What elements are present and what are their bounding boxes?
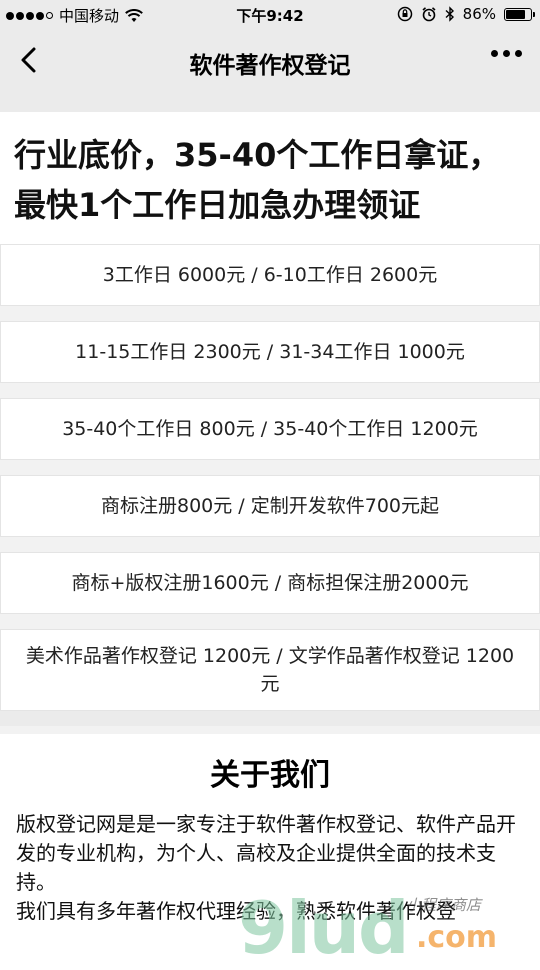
price-list: 3工作日 6000元 / 6-10工作日 2600元 11-15工作日 2300…: [0, 244, 540, 711]
status-bar: 中国移动 下午9:42 86%: [0, 0, 540, 30]
price-item[interactable]: 35-40个工作日 800元 / 35-40个工作日 1200元: [0, 398, 540, 460]
price-item[interactable]: 3工作日 6000元 / 6-10工作日 2600元: [0, 244, 540, 306]
navigation-bar: 软件著作权登记: [0, 30, 540, 90]
headline-section: 行业底价，35-40个工作日拿证，最快1个工作日加急办理领证: [0, 112, 540, 244]
page-title: 软件著作权登记: [189, 53, 351, 79]
battery-level: [506, 9, 525, 19]
price-item[interactable]: 商标+版权注册1600元 / 商标担保注册2000元: [0, 552, 540, 614]
headline-text: 行业底价，35-40个工作日拿证，最快1个工作日加急办理领证: [14, 136, 501, 224]
about-paragraph: 我们具有多年著作权代理经验，熟悉软件著作权登: [16, 899, 456, 923]
about-title: 关于我们: [210, 758, 330, 793]
about-section: 关于我们 版权登记网是是一家专注于软件著作权登记、软件产品开发的专业机构，为个人…: [0, 734, 540, 970]
price-item[interactable]: 商标注册800元 / 定制开发软件700元起: [0, 475, 540, 537]
header-spacer: [0, 90, 540, 112]
price-item[interactable]: 美术作品著作权登记 1200元 / 文学作品著作权登记 1200元: [0, 629, 540, 711]
about-paragraph: 版权登记网是是一家专注于软件著作权登记、软件产品开发的专业机构，为个人、高校及企…: [16, 812, 516, 894]
battery-percent: 86%: [462, 5, 496, 23]
more-dots-icon[interactable]: [491, 50, 522, 57]
orientation-lock-icon: [397, 6, 412, 22]
bluetooth-icon: [445, 6, 454, 22]
status-right: 86%: [397, 5, 535, 23]
section-divider: [0, 726, 540, 734]
price-item[interactable]: 11-15工作日 2300元 / 31-34工作日 1000元: [0, 321, 540, 383]
alarm-icon: [422, 7, 436, 22]
battery-icon: [504, 7, 535, 21]
